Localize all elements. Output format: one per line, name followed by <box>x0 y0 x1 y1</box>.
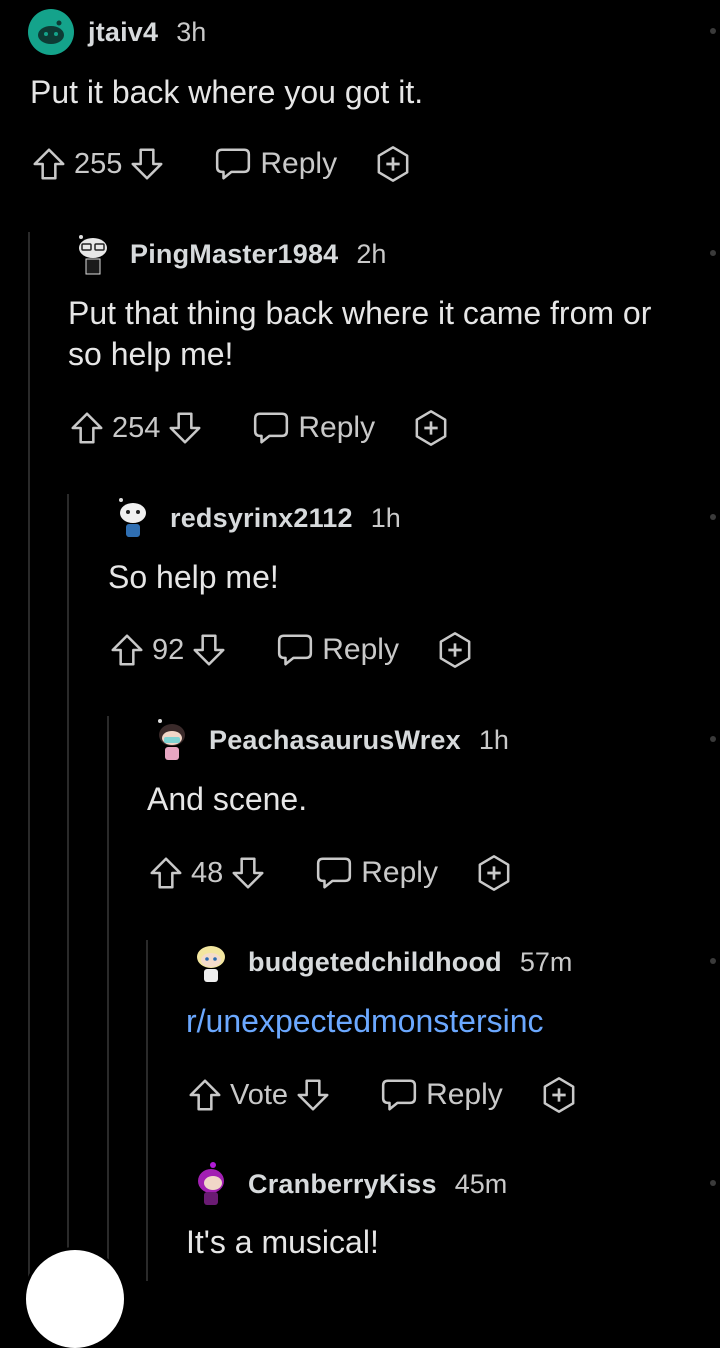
comment-text: And scene. <box>147 781 308 817</box>
upvote-icon[interactable] <box>186 1076 224 1114</box>
reply-button[interactable]: Reply <box>380 1077 503 1113</box>
avatar[interactable] <box>110 495 156 541</box>
snoo-avatar-icon <box>198 1162 224 1205</box>
reply-label: Reply <box>426 1078 503 1111</box>
thread-line-depth-3[interactable] <box>107 716 109 1281</box>
reply-bubble-icon <box>278 634 313 666</box>
more-options-icon[interactable] <box>710 28 716 34</box>
award-icon[interactable] <box>373 144 413 184</box>
award-icon[interactable] <box>474 853 514 893</box>
award-icon[interactable] <box>539 1075 579 1115</box>
more-options-icon[interactable] <box>710 1180 716 1186</box>
username[interactable]: PeachasaurusWrex <box>209 725 461 756</box>
comment-header: CranberryKiss 45m <box>188 1162 507 1206</box>
downvote-icon[interactable] <box>166 409 204 447</box>
more-options-icon[interactable] <box>710 514 716 520</box>
avatar[interactable] <box>188 1161 234 1207</box>
comment-text-line: so help me! <box>68 336 234 372</box>
reply-label: Reply <box>260 147 338 180</box>
timestamp: 1h <box>370 502 401 533</box>
vote-count: 254 <box>112 411 161 444</box>
comment-header: redsyrinx2112 1h <box>110 496 401 540</box>
avatar[interactable] <box>70 231 116 277</box>
reply-button[interactable]: Reply <box>214 146 337 182</box>
reply-bubble-icon <box>381 1079 417 1111</box>
comment-header: PingMaster1984 2h <box>70 232 386 276</box>
downvote-icon[interactable] <box>229 854 267 892</box>
avatar[interactable] <box>149 717 195 763</box>
more-options-icon[interactable] <box>710 250 716 256</box>
award-icon[interactable] <box>435 630 475 670</box>
reply-button[interactable]: Reply <box>252 410 375 446</box>
comment-header: budgetedchildhood 57m <box>188 940 572 984</box>
thread-line-depth-1[interactable] <box>28 232 30 1281</box>
award-icon[interactable] <box>411 408 451 448</box>
subreddit-link[interactable]: r/unexpectedmonstersinc <box>186 1001 544 1042</box>
reply-bubble-icon <box>317 857 352 889</box>
snoo-avatar-icon <box>79 235 107 275</box>
vote-count: 48 <box>191 856 224 889</box>
thread-line-depth-4[interactable] <box>146 940 148 1281</box>
floating-action-button[interactable] <box>26 1250 124 1348</box>
reply-label: Reply <box>322 633 399 666</box>
username[interactable]: jtaiv4 <box>88 17 158 48</box>
more-options-icon[interactable] <box>710 736 716 742</box>
comment-actions: 255 Reply <box>30 144 413 184</box>
downvote-icon[interactable] <box>128 145 166 183</box>
vote-count: 92 <box>152 633 185 666</box>
comment-actions: 254 Reply <box>68 408 451 448</box>
more-options-icon[interactable] <box>710 958 716 964</box>
snoo-avatar-icon <box>38 20 64 44</box>
comment-actions: 92 Reply <box>108 630 475 670</box>
comment-text: It's a musical! <box>186 1224 379 1260</box>
snoo-avatar-icon <box>158 719 185 760</box>
vote-count: Vote <box>230 1078 289 1111</box>
comment-text: Put it back where you got it. <box>30 74 424 110</box>
timestamp: 1h <box>478 724 509 755</box>
vote-count: 255 <box>74 147 123 180</box>
reply-label: Reply <box>298 411 376 444</box>
comment-header: PeachasaurusWrex 1h <box>149 718 509 762</box>
fab-inner-circle <box>37 1261 113 1337</box>
timestamp: 3h <box>176 16 207 47</box>
timestamp: 57m <box>519 946 573 977</box>
timestamp: 45m <box>454 1168 508 1199</box>
timestamp: 2h <box>356 238 387 269</box>
upvote-icon[interactable] <box>147 854 185 892</box>
reply-button[interactable]: Reply <box>276 632 399 668</box>
reply-button[interactable]: Reply <box>315 855 438 891</box>
thread-line-depth-2[interactable] <box>67 494 69 1281</box>
username[interactable]: PingMaster1984 <box>130 239 338 270</box>
upvote-icon[interactable] <box>108 631 146 669</box>
snoo-avatar-icon <box>119 498 146 537</box>
comment-text: So help me! <box>108 559 279 595</box>
username[interactable]: redsyrinx2112 <box>170 503 353 534</box>
snoo-avatar-icon <box>197 946 225 982</box>
reply-label: Reply <box>361 856 438 889</box>
avatar[interactable] <box>28 9 74 55</box>
comment-actions: 48 Reply <box>147 853 514 893</box>
upvote-icon[interactable] <box>30 145 68 183</box>
comment-header: jtaiv4 3h <box>28 9 207 55</box>
upvote-icon[interactable] <box>68 409 106 447</box>
avatar[interactable] <box>188 939 234 985</box>
downvote-icon[interactable] <box>190 631 228 669</box>
comment-text: Put that thing back where it came from o… <box>68 293 713 375</box>
reply-bubble-icon <box>254 412 289 444</box>
downvote-icon[interactable] <box>294 1076 332 1114</box>
comment-text-line: Put that thing back where it came from o… <box>68 295 652 331</box>
reply-bubble-icon <box>216 148 251 180</box>
username[interactable]: CranberryKiss <box>248 1169 437 1200</box>
username[interactable]: budgetedchildhood <box>248 947 502 978</box>
comment-actions: Vote Reply <box>186 1075 579 1115</box>
